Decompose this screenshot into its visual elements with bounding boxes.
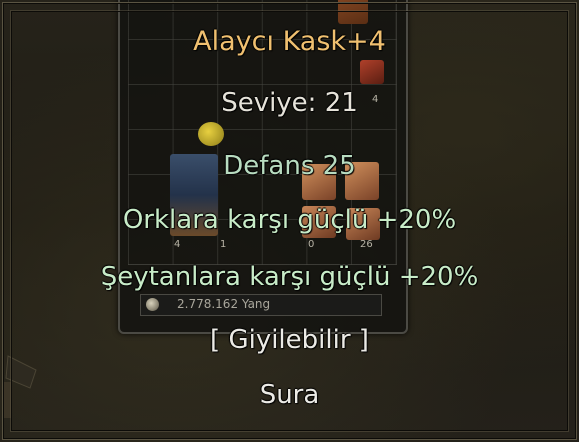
slot-count: 4 — [174, 239, 181, 250]
item-bonus-orcs: Orklara karşı güçlü +20% — [122, 205, 457, 235]
item-name: Alaycı Kask+4 — [193, 26, 386, 57]
wearable-status: [ Giyilebilir ] — [210, 325, 369, 355]
gold-display: 2.778.162 Yang — [140, 294, 382, 316]
red-item-icon[interactable] — [360, 60, 384, 84]
item-bonus-devils: Şeytanlara karşı güçlü +20% — [100, 262, 479, 292]
slot-count: 1 — [220, 239, 227, 250]
coin-icon — [146, 298, 159, 311]
game-screen: 4 4 1 0 26 2.778.162 Yang Alaycı Kask+4 … — [0, 0, 579, 442]
orange-item-icon[interactable] — [338, 0, 368, 24]
helmet-item-icon[interactable] — [198, 122, 224, 146]
item-class: Sura — [259, 380, 320, 410]
slot-count: 26 — [360, 239, 373, 250]
slot-count: 0 — [308, 239, 315, 250]
gold-amount: 2.778.162 Yang — [177, 297, 271, 311]
item-defense: Defans 25 — [223, 151, 356, 181]
item-level: Seviye: 21 — [221, 88, 358, 118]
